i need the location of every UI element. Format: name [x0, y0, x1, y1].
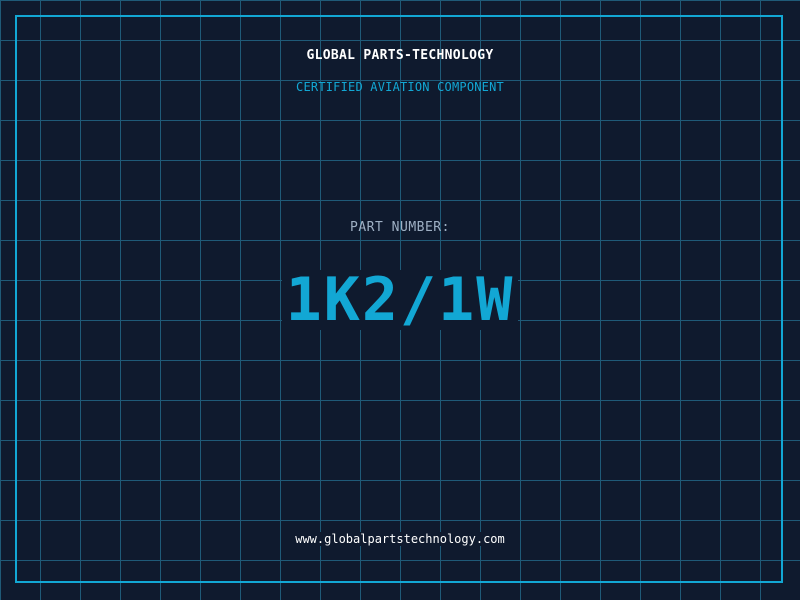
company-name: GLOBAL PARTS-TECHNOLOGY [306, 48, 494, 63]
certificate-card: GLOBAL PARTS-TECHNOLOGY CERTIFIED AVIATI… [0, 0, 800, 600]
part-number-value: 1K2/1W [281, 270, 519, 330]
website-url: www.globalpartstechnology.com [293, 532, 507, 546]
certification-tagline: CERTIFIED AVIATION COMPONENT [296, 80, 504, 94]
part-number-label: PART NUMBER: [350, 220, 450, 235]
part-number-container: 1K2/1W [0, 270, 800, 330]
footer: www.globalpartstechnology.com [0, 530, 800, 548]
